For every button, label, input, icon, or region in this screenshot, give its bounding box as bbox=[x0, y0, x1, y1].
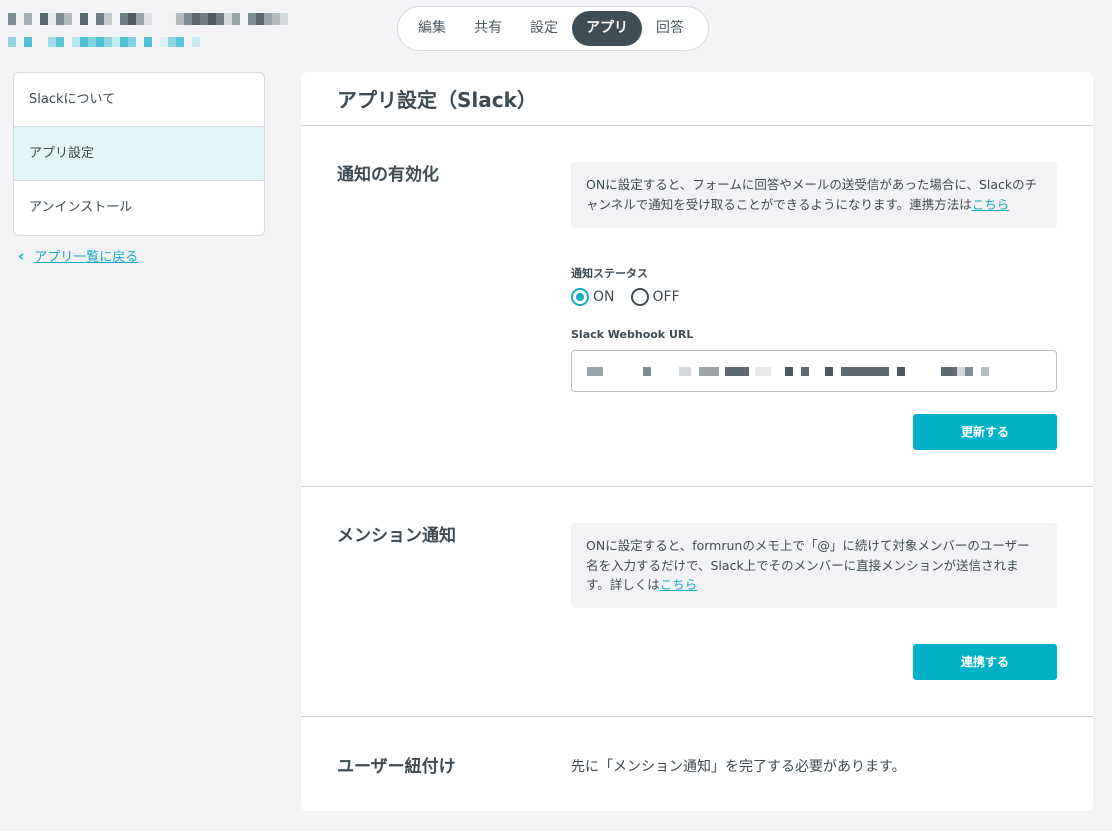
tab-edit[interactable]: 編集 bbox=[404, 11, 460, 46]
webhook-url-label: Slack Webhook URL bbox=[571, 328, 694, 341]
divider bbox=[301, 716, 1093, 717]
status-off-label: OFF bbox=[652, 289, 680, 305]
tab-apps[interactable]: アプリ bbox=[572, 11, 642, 46]
status-on-label: ON bbox=[593, 289, 615, 305]
tab-responses[interactable]: 回答 bbox=[642, 11, 698, 46]
mention-description: ONに設定すると、formrunのメモ上で「@」に続けて対象メンバーのユーザー名… bbox=[586, 538, 1030, 592]
radio-selected-icon bbox=[571, 288, 589, 306]
notification-status-label: 通知ステータス bbox=[571, 267, 648, 280]
app-settings-card: アプリ設定（Slack） 通知の有効化 ONに設定すると、フォームに回答やメール… bbox=[301, 72, 1093, 811]
notification-status-radio-group: ON OFF bbox=[571, 288, 696, 306]
top-tab-bar: 編集 共有 設定 アプリ 回答 bbox=[397, 6, 709, 51]
chevron-left-icon: ‹ bbox=[18, 246, 25, 265]
update-button[interactable]: 更新する bbox=[913, 414, 1057, 450]
divider bbox=[301, 486, 1093, 487]
back-to-app-list-link[interactable]: ‹ アプリ一覧に戻る bbox=[18, 246, 139, 266]
sidebar-item-uninstall[interactable]: アンインストール bbox=[14, 181, 264, 235]
notification-info-box: ONに設定すると、フォームに回答やメールの送受信があった場合に、Slackのチャ… bbox=[571, 162, 1057, 228]
sidebar-menu: Slackについて アプリ設定 アンインストール bbox=[13, 72, 265, 236]
connect-button[interactable]: 連携する bbox=[913, 644, 1057, 680]
user-link-note: 先に「メンション通知」を完了する必要があります。 bbox=[571, 759, 906, 775]
back-link-label: アプリ一覧に戻る bbox=[34, 250, 139, 265]
radio-unselected-icon bbox=[630, 288, 649, 306]
tab-settings[interactable]: 設定 bbox=[516, 11, 572, 46]
status-on-radio[interactable]: ON bbox=[571, 288, 615, 306]
page-title: アプリ設定（Slack） bbox=[337, 88, 537, 112]
section-title-user-link: ユーザー紐付け bbox=[337, 757, 456, 777]
notification-help-link[interactable]: こちら bbox=[972, 197, 1010, 212]
sidebar-item-about-slack[interactable]: Slackについて bbox=[14, 73, 264, 127]
notification-description: ONに設定すると、フォームに回答やメールの送受信があった場合に、Slackのチャ… bbox=[586, 177, 1038, 212]
mention-help-link[interactable]: こちら bbox=[660, 577, 698, 592]
sidebar-item-app-settings[interactable]: アプリ設定 bbox=[14, 127, 264, 181]
webhook-url-input[interactable] bbox=[571, 350, 1057, 392]
section-title-notification: 通知の有効化 bbox=[337, 165, 439, 185]
divider bbox=[301, 125, 1093, 126]
tab-share[interactable]: 共有 bbox=[460, 11, 516, 46]
status-off-radio[interactable]: OFF bbox=[630, 288, 680, 306]
mention-info-box: ONに設定すると、formrunのメモ上で「@」に続けて対象メンバーのユーザー名… bbox=[571, 523, 1057, 608]
section-title-mention: メンション通知 bbox=[337, 526, 456, 546]
